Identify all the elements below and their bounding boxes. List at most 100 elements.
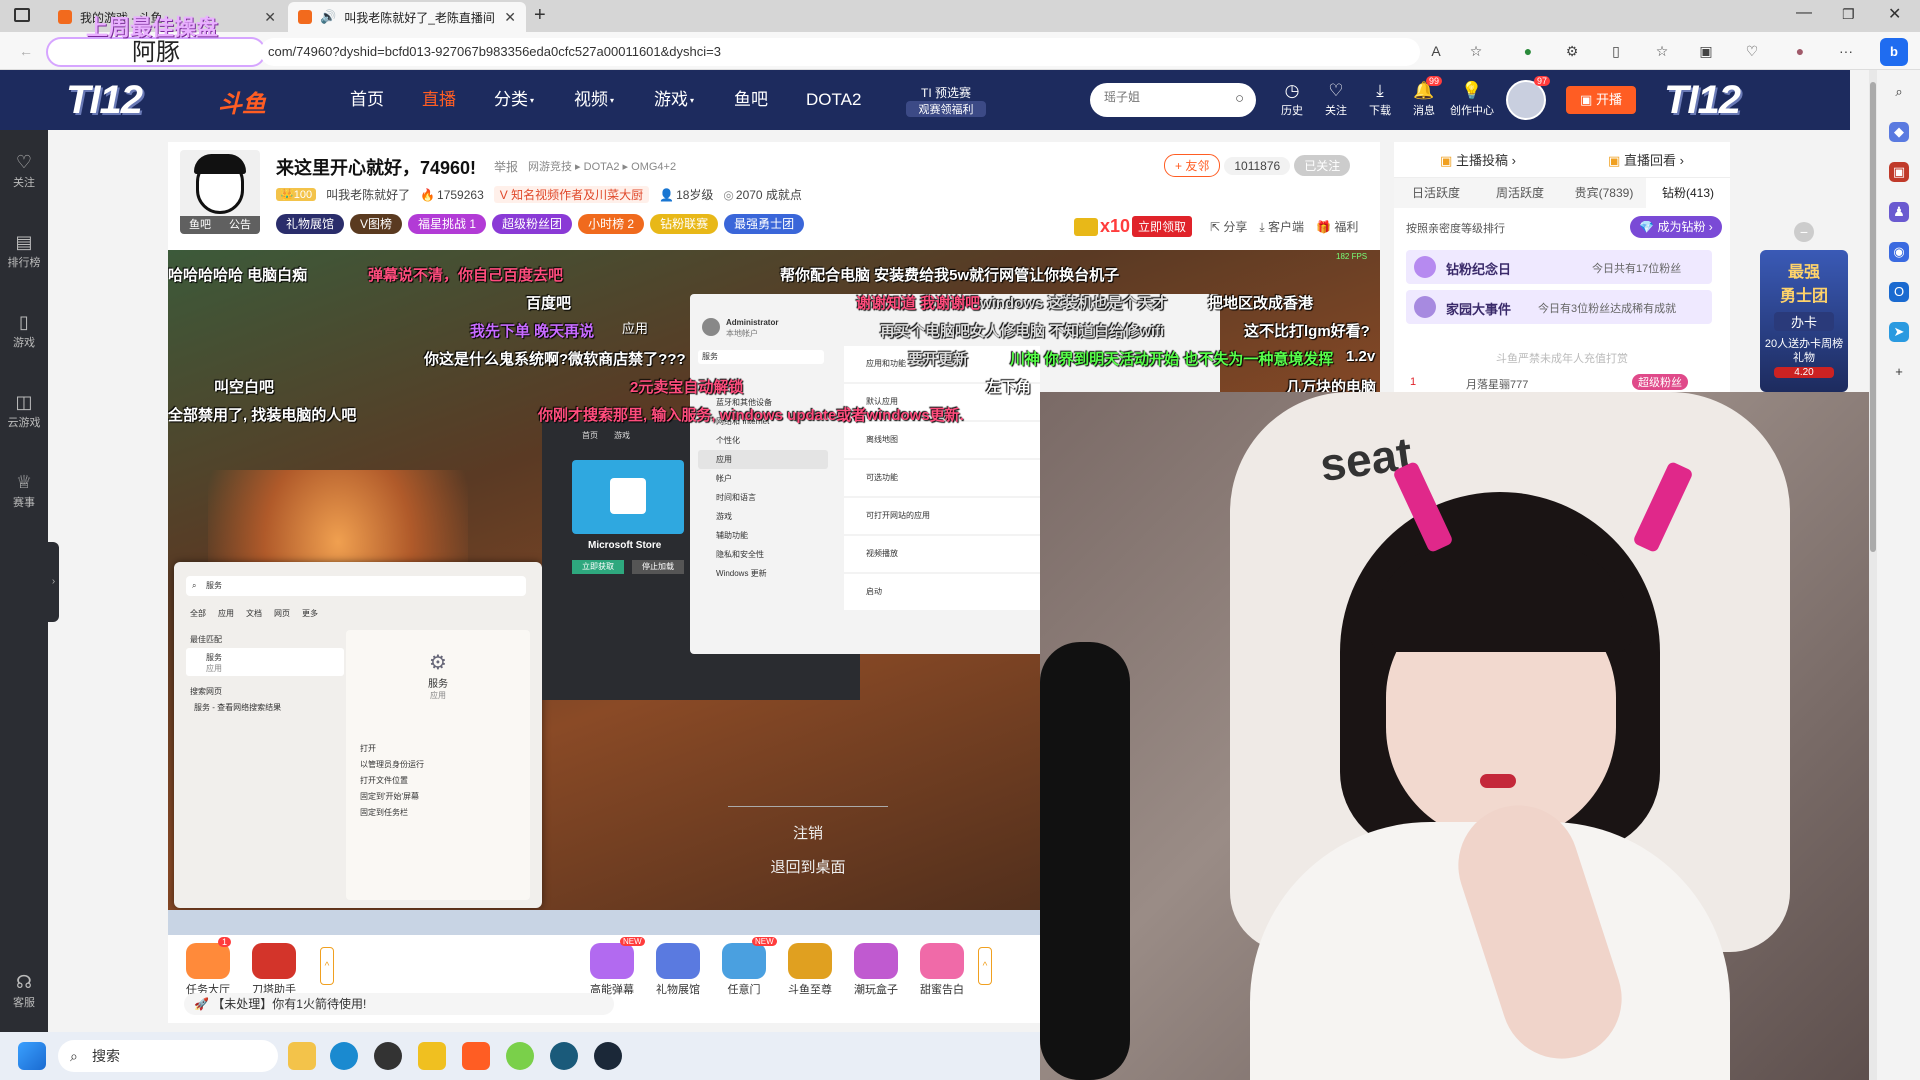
win-search-tab[interactable]: 网页 — [274, 608, 290, 619]
rail-service[interactable]: ☊ 客服 — [0, 970, 48, 1010]
tag-warrior-group[interactable]: 最强勇士团 — [724, 214, 805, 234]
extension-icon[interactable]: ● — [1518, 41, 1538, 61]
search-icon[interactable]: ⌕ — [1889, 82, 1909, 102]
search-icon[interactable]: ○ — [1235, 90, 1244, 107]
settings-search[interactable]: 服务 — [698, 350, 824, 364]
close-tab-icon[interactable]: ✕ — [264, 9, 276, 26]
settings-list-item[interactable]: 可打开网站的应用 — [844, 498, 1040, 534]
nav-live[interactable]: 直播 — [422, 70, 456, 130]
report-link[interactable]: 举报 — [494, 158, 518, 175]
desktop-option[interactable]: 退回到桌面 — [728, 851, 888, 885]
followed-button[interactable]: 已关注 — [1294, 155, 1351, 176]
rail-follow[interactable]: ♡ 关注 — [0, 150, 48, 190]
rail-tournament[interactable]: ♕ 赛事 — [0, 470, 48, 510]
task-hall-entry[interactable]: 任务大厅 1 — [176, 937, 240, 997]
puzzle-icon[interactable]: ⚙ — [1562, 41, 1582, 61]
tag-lucky-challenge[interactable]: 福星挑战 1 — [408, 214, 487, 234]
rocket-notice[interactable]: 🚀 【未处理】你有1火箭待使用! — [184, 993, 614, 1015]
store-nav-item[interactable]: 游戏 — [614, 430, 630, 441]
event-card-1[interactable]: 钻粉纪念日 今日共有17位粉丝 — [1406, 250, 1712, 284]
breadcrumb-item[interactable]: OMG4+2 — [631, 161, 676, 173]
restore-icon[interactable]: ❐ — [1842, 6, 1855, 23]
split-screen-icon[interactable]: ▯ — [1606, 41, 1626, 61]
nav-home[interactable]: 首页 — [350, 70, 384, 130]
header-download[interactable]: ⤓ 下载 — [1358, 80, 1402, 118]
edge-browser-icon[interactable] — [330, 1042, 358, 1070]
win-search-tab[interactable]: 文档 — [246, 608, 262, 619]
breadcrumb-item[interactable]: DOTA2 — [584, 161, 620, 173]
window-menu-icon[interactable] — [14, 8, 30, 22]
settings-menu-item[interactable]: 辅助功能 — [698, 526, 828, 545]
favorite-star-icon[interactable]: ☆ — [1466, 41, 1486, 61]
anchor-posts-tab[interactable]: ▣ 主播投稿 › — [1440, 150, 1516, 169]
logout-option[interactable]: 注销 — [728, 806, 888, 851]
settings-menu-item[interactable]: 应用 — [698, 450, 828, 469]
browser-tab-2[interactable]: 🔊 叫我老陈就好了_老陈直播间 ✕ — [288, 2, 526, 32]
tag-diamond-league[interactable]: 钻粉联赛 — [650, 214, 719, 234]
side-promo-action[interactable]: 办卡 — [1774, 312, 1834, 331]
welfare-button[interactable]: 🎁 福利 — [1316, 218, 1358, 235]
profile-icon[interactable]: ● — [1790, 41, 1810, 61]
anchor-avatar[interactable]: 鱼吧 公告 — [180, 150, 260, 234]
send-icon[interactable]: ➤ — [1889, 322, 1909, 342]
steam-icon[interactable] — [594, 1042, 622, 1070]
tag-super-fans[interactable]: 超级粉丝团 — [492, 214, 573, 234]
avatar-fishbar-link[interactable]: 鱼吧 — [189, 216, 211, 234]
page-scrollbar[interactable] — [1869, 70, 1877, 1080]
header-message[interactable]: 🔔 消息 99 — [1402, 76, 1446, 118]
outlook-icon[interactable]: O — [1889, 282, 1909, 302]
bing-icon[interactable]: b — [1880, 38, 1908, 66]
gift-scroll-right[interactable]: ^ — [978, 947, 992, 985]
copilot-icon[interactable]: ◉ — [1889, 242, 1909, 262]
ti-promo[interactable]: TI 预选赛 观赛领福利 — [906, 84, 986, 117]
rank-tab[interactable]: 钻粉(413) — [1646, 178, 1730, 208]
nav-fishbar[interactable]: 鱼吧 — [734, 70, 768, 130]
file-explorer-icon[interactable] — [288, 1042, 316, 1070]
back-icon[interactable]: ← — [16, 41, 36, 61]
anchor-name[interactable]: 叫我老陈就好了 — [326, 186, 410, 203]
become-diamond-button[interactable]: 💎 成为钻粉 › — [1630, 216, 1722, 238]
gift-entry[interactable]: 甜蜜告白 — [910, 943, 974, 997]
avatar[interactable]: 97 — [1506, 76, 1551, 120]
broadcast-button[interactable]: ▣ 开播 — [1566, 86, 1636, 114]
breadcrumb-item[interactable]: 网游竞技 — [528, 161, 572, 173]
rank-tab[interactable]: 日活跃度 — [1394, 178, 1478, 208]
app-icon[interactable] — [374, 1042, 402, 1070]
win-action[interactable]: 固定到任务栏 — [360, 805, 530, 821]
event-card-2[interactable]: 家园大事件 今日有3位粉丝达成稀有成就 — [1406, 290, 1712, 324]
dota-helper-entry[interactable]: 刀塔助手 — [242, 943, 306, 997]
search-input[interactable] — [1104, 90, 1214, 104]
side-promo[interactable]: − 最强 勇士团 办卡 20人送办卡周榜礼物 4.20 — [1760, 222, 1848, 392]
nav-dota2[interactable]: DOTA2 — [806, 70, 861, 130]
gift-entry[interactable]: 潮玩盒子 — [844, 943, 908, 997]
tag-hour-rank[interactable]: 小时榜 2 — [578, 214, 645, 234]
rail-expand-handle[interactable]: › — [48, 542, 59, 622]
app-icon[interactable] — [418, 1042, 446, 1070]
settings-list-item[interactable]: 离线地图 — [844, 422, 1040, 458]
rank-first-row[interactable]: 1 月落星骊777 超级粉丝 — [1406, 374, 1712, 392]
settings-menu-item[interactable]: 时间和语言 — [698, 488, 828, 507]
scrollbar-thumb[interactable] — [1870, 82, 1876, 552]
search-box[interactable]: ○ — [1090, 83, 1256, 117]
rail-rank[interactable]: ▤ 排行榜 — [0, 230, 48, 270]
browser-essentials-icon[interactable]: ♡ — [1742, 41, 1762, 61]
win-action[interactable]: 固定到'开始'屏幕 — [360, 789, 530, 805]
header-follow[interactable]: ♡ 关注 — [1314, 80, 1358, 118]
nav-game[interactable]: 游戏 — [654, 70, 688, 130]
tag-gift-hall[interactable]: 礼物展馆 — [276, 214, 345, 234]
favorites-icon[interactable]: ☆ — [1652, 41, 1672, 61]
settings-list-item[interactable]: 可选功能 — [844, 460, 1040, 496]
taskbar-search[interactable]: ⌕ 搜索 — [58, 1040, 278, 1072]
win-search-tab[interactable]: 更多 — [302, 608, 318, 619]
gift-entry[interactable]: 礼物展馆 — [646, 943, 710, 997]
rail-cloud-game[interactable]: ◫ 云游戏 — [0, 390, 48, 430]
gift-entry[interactable]: 高能弹幕 NEW — [580, 937, 645, 997]
header-history[interactable]: ◷ 历史 — [1270, 80, 1314, 118]
collections-icon[interactable]: ▣ — [1696, 41, 1716, 61]
client-button[interactable]: ⤓ 客户端 — [1259, 218, 1304, 235]
win-search-box[interactable]: ⌕ 服务 — [186, 576, 526, 596]
close-tab-icon[interactable]: ✕ — [504, 9, 516, 26]
windows-start-icon[interactable] — [18, 1042, 46, 1070]
close-window-icon[interactable]: ✕ — [1888, 4, 1901, 24]
tag-icon[interactable]: ◆ — [1889, 122, 1909, 142]
